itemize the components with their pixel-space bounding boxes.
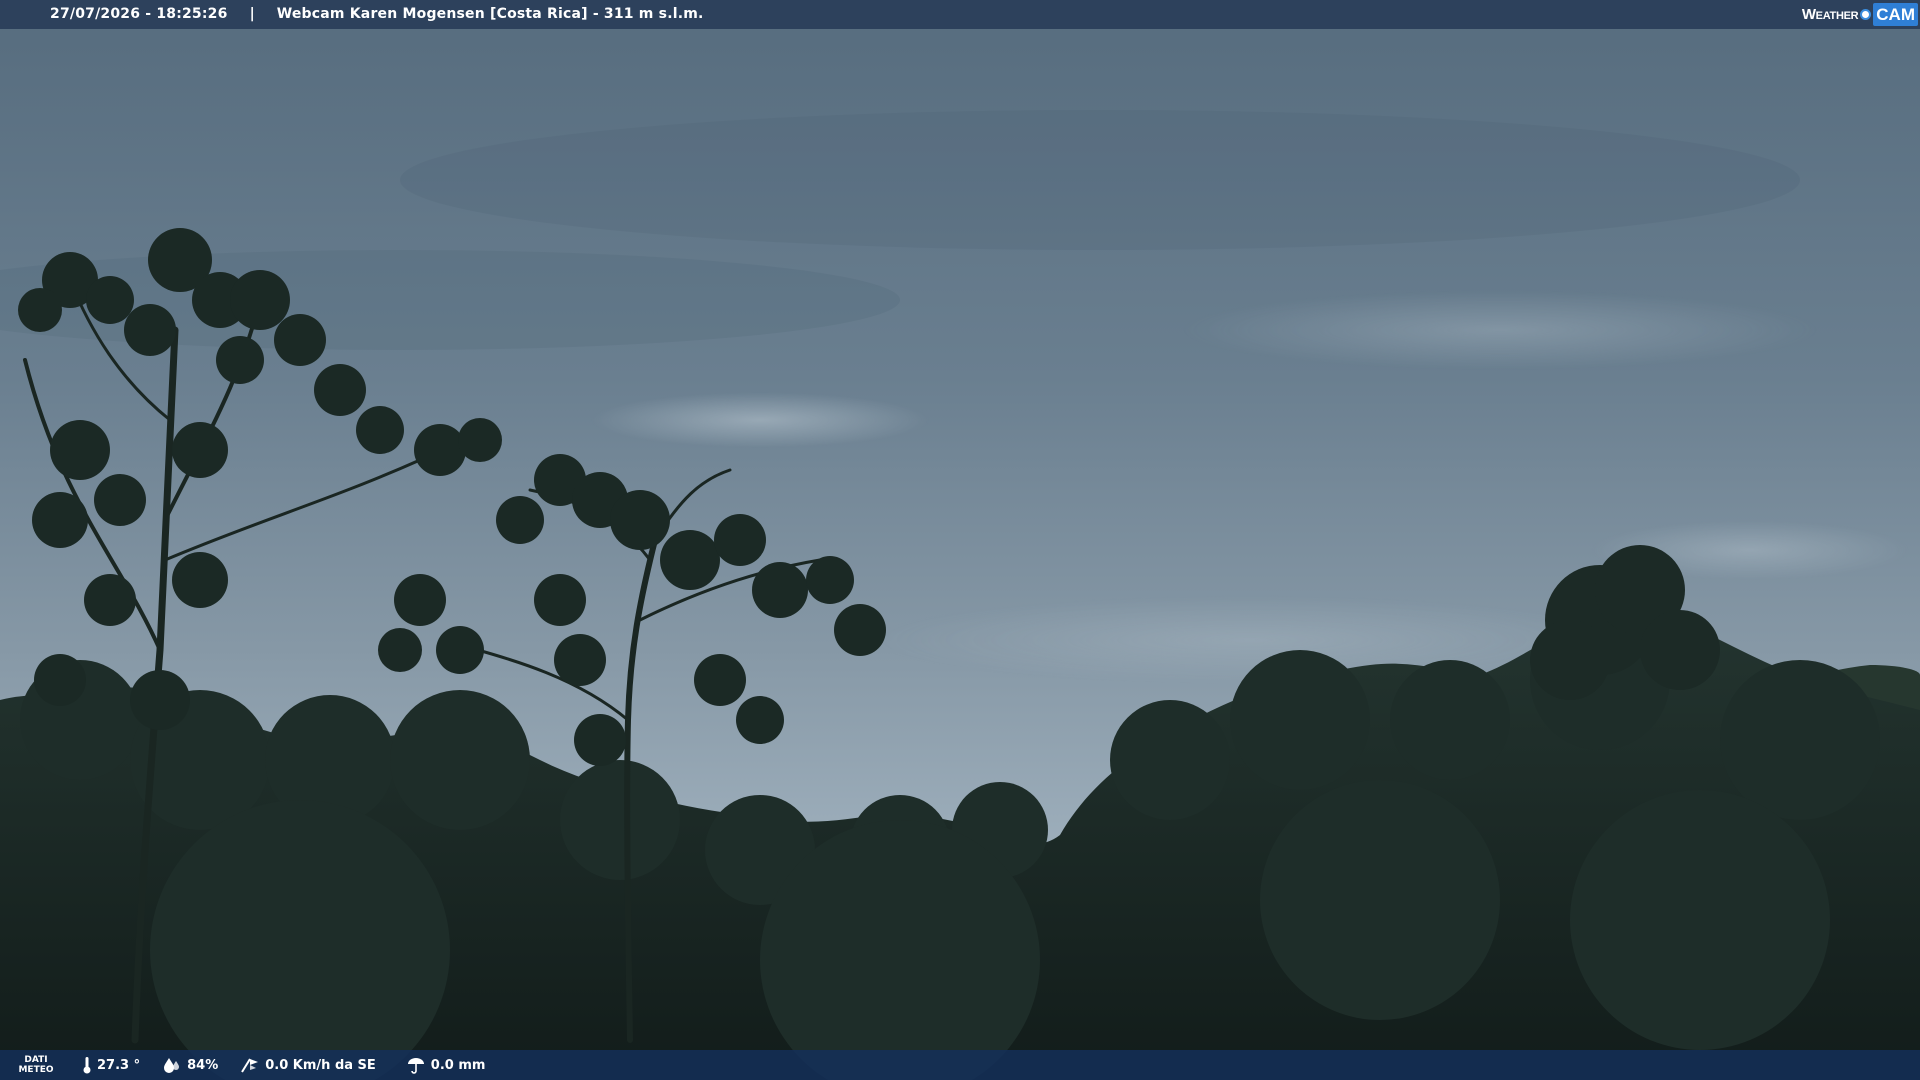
label-line-1: DATI bbox=[24, 1055, 48, 1065]
wind-readout: 0.0 Km/h da SE bbox=[240, 1056, 376, 1074]
top-info-bar: 27/07/2026 - 18:25:26 | Webcam Karen Mog… bbox=[0, 0, 1920, 29]
webcam-title: Webcam Karen Mogensen [Costa Rica] - 311… bbox=[276, 6, 704, 22]
humidity-value: 84% bbox=[187, 1057, 219, 1073]
logo-cam: CAM bbox=[1873, 3, 1918, 26]
wind-icon bbox=[241, 1058, 259, 1073]
rain-icon bbox=[407, 1058, 424, 1074]
rain-value: 0.0 mm bbox=[430, 1057, 486, 1073]
wind-value: 0.0 Km/h da SE bbox=[265, 1057, 376, 1073]
label-line-2: METEO bbox=[18, 1065, 54, 1075]
weather-data-label: DATI METEO bbox=[18, 1055, 54, 1075]
timestamp: 27/07/2026 - 18:25:26 bbox=[50, 6, 228, 22]
weathercam-logo: Weather CAM bbox=[1802, 2, 1918, 27]
rain-readout: 0.0 mm bbox=[406, 1056, 486, 1074]
humidity-drop-icon bbox=[164, 1058, 180, 1073]
thermometer-icon bbox=[83, 1057, 91, 1074]
logo-dot-icon bbox=[1860, 9, 1872, 20]
humidity-readout: 84% bbox=[162, 1056, 218, 1074]
separator: | bbox=[249, 6, 255, 22]
logo-word: Weather bbox=[1801, 6, 1859, 23]
webcam-frame: 27/07/2026 - 18:25:26 | Webcam Karen Mog… bbox=[0, 0, 1920, 1080]
temperature-value: 27.3 ° bbox=[97, 1057, 141, 1073]
temperature-readout: 27.3 ° bbox=[82, 1056, 140, 1074]
weather-data-bar: DATI METEO 27.3 ° 84% 0.0 Km/h da SE 0.0… bbox=[0, 1050, 1920, 1080]
webcam-scene bbox=[0, 0, 1920, 1080]
